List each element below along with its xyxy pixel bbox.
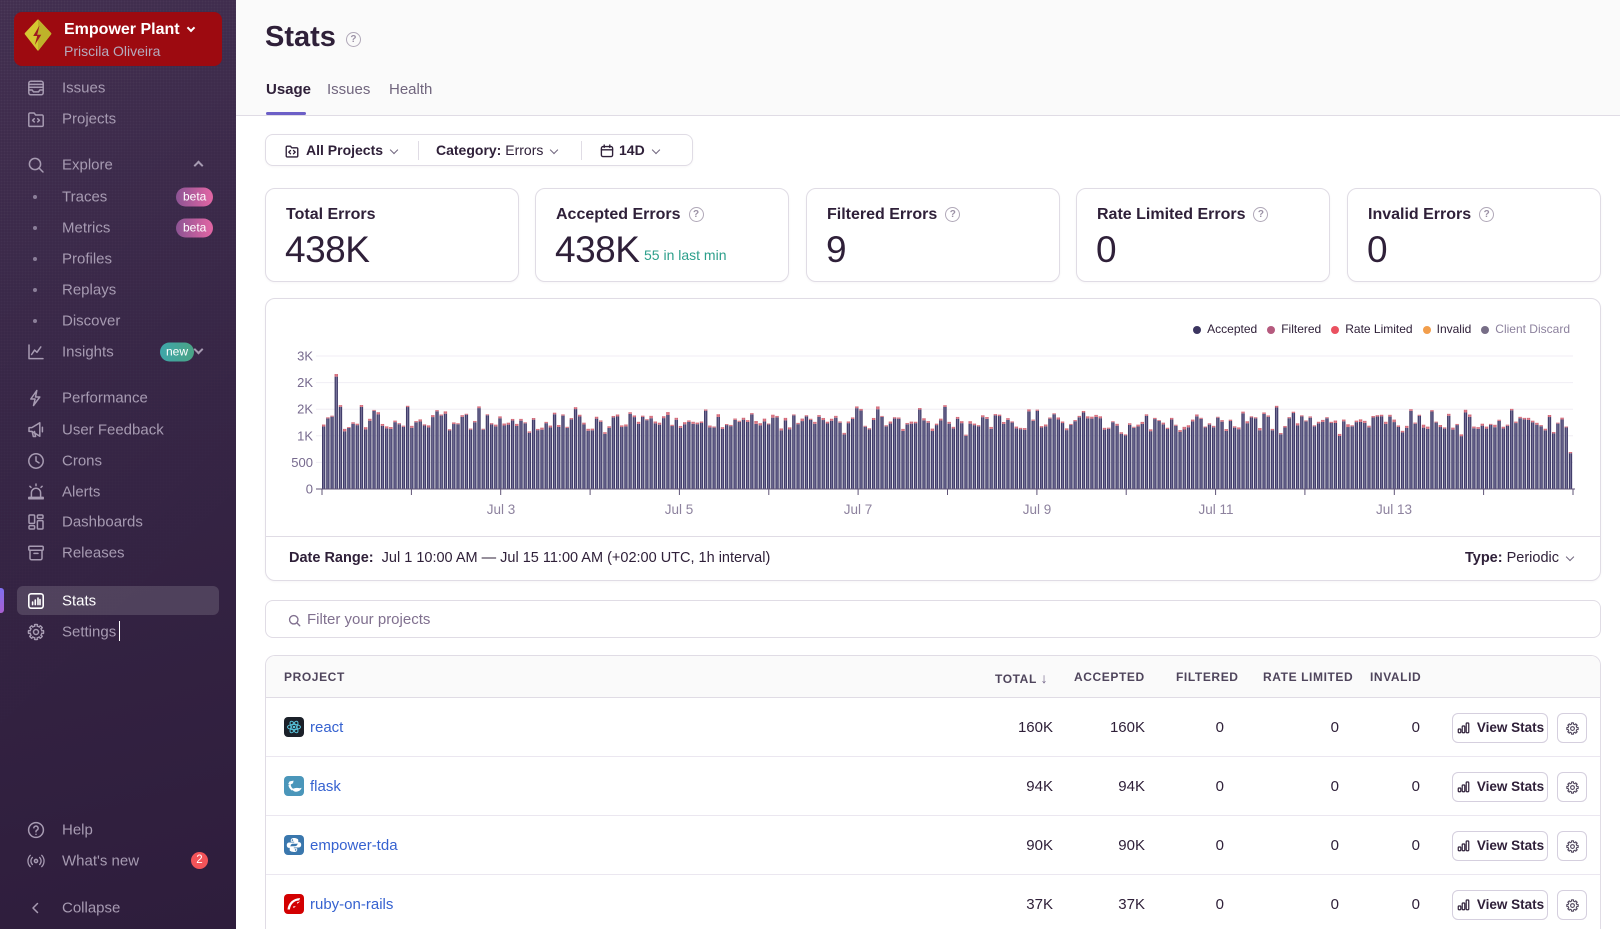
svg-text:Jul 7: Jul 7 [844,502,873,517]
svg-text:3K: 3K [297,349,313,364]
svg-text:0: 0 [306,482,313,497]
svg-text:500: 500 [291,455,313,470]
svg-text:2K: 2K [297,402,313,417]
svg-text:Jul 5: Jul 5 [665,502,694,517]
svg-text:2K: 2K [297,375,313,390]
svg-text:Jul 9: Jul 9 [1023,502,1052,517]
svg-text:Jul 3: Jul 3 [487,502,516,517]
svg-text:1K: 1K [297,428,313,443]
svg-text:Jul 13: Jul 13 [1376,502,1412,517]
svg-text:Jul 11: Jul 11 [1198,502,1233,517]
